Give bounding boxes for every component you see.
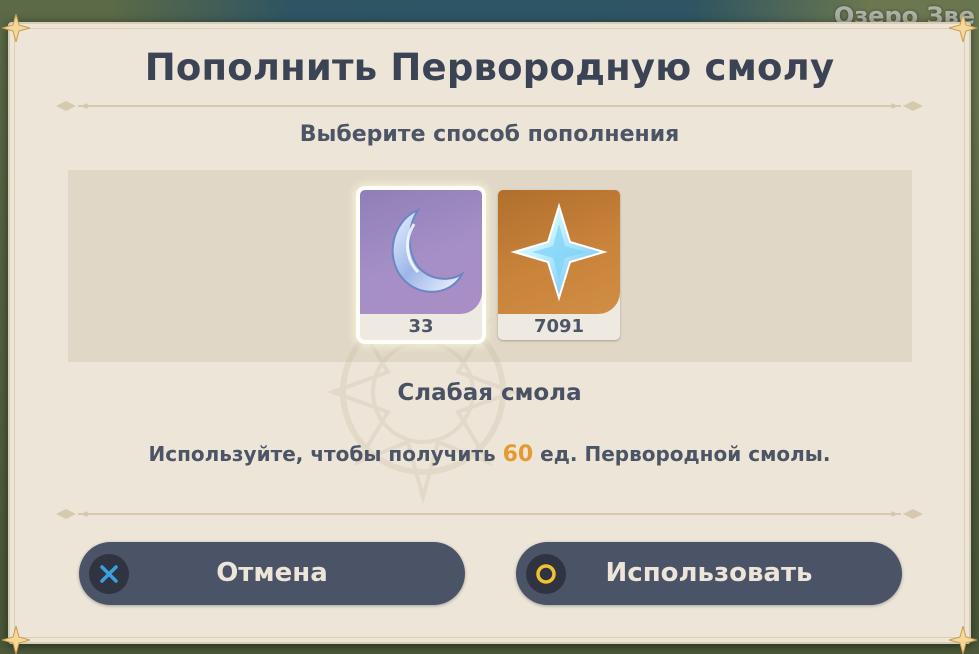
fragile-resin-icon	[391, 207, 465, 293]
description-prefix: Используйте, чтобы получить	[148, 442, 503, 466]
corner-star-ornament	[2, 14, 30, 42]
ornamental-divider	[56, 509, 923, 519]
corner-star-ornament	[949, 14, 977, 42]
corner-star-ornament	[949, 626, 977, 654]
cancel-button[interactable]: Отмена	[79, 542, 465, 605]
corner-star-ornament	[2, 626, 30, 654]
use-button-label: Использовать	[605, 558, 813, 588]
use-button[interactable]: Использовать	[516, 542, 902, 605]
dialog-title: Пополнить Первородную смолу	[144, 46, 835, 89]
replenish-resin-dialog: Пополнить Первородную смолу Выберите спо…	[2, 14, 977, 654]
description-suffix: ед. Первородной смолы.	[533, 442, 831, 466]
primogem-icon	[510, 202, 608, 302]
dialog-subtitle: Выберите способ пополнения	[299, 122, 680, 147]
ornamental-divider	[56, 101, 923, 111]
primogem-count: 7091	[533, 316, 585, 337]
fragile-resin-option[interactable]: 33	[360, 190, 482, 340]
fragile-resin-count: 33	[408, 316, 434, 337]
cancel-button-label: Отмена	[216, 558, 328, 588]
resin-amount: 60	[502, 442, 534, 467]
primogem-option[interactable]: 7091	[498, 190, 620, 340]
selected-item-name: Слабая смола	[397, 380, 582, 406]
item-description: Используйте, чтобы получить 60 ед. Перво…	[8, 442, 971, 467]
